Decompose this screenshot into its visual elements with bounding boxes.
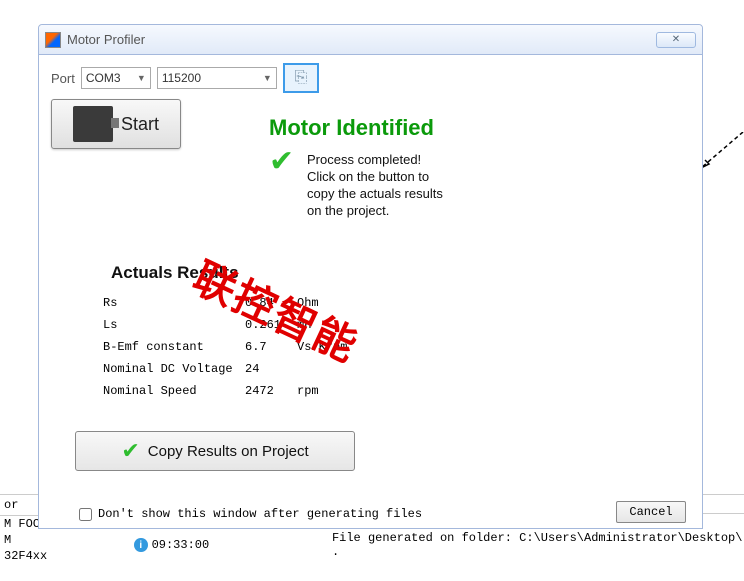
- result-unit: rpm: [297, 381, 357, 401]
- motor-icon: [73, 106, 113, 142]
- results-table: Rs0.84Ohm Ls0.261mH B-Emf constant6.7Vs/…: [101, 291, 359, 403]
- port-value: COM3: [86, 71, 121, 85]
- info-icon: i: [134, 538, 148, 552]
- plug-icon: ⎘: [294, 69, 307, 87]
- result-label: Nominal Speed: [103, 381, 243, 401]
- start-label: Start: [121, 114, 159, 135]
- checkbox-input[interactable]: [79, 508, 92, 521]
- check-icon: ✔: [121, 438, 139, 464]
- titlebar[interactable]: Motor Profiler ✕: [39, 25, 702, 55]
- close-icon: ✕: [672, 34, 680, 45]
- result-label: B-Emf constant: [103, 337, 243, 357]
- port-label: Port: [51, 71, 75, 86]
- connect-button[interactable]: ⎘: [283, 63, 319, 93]
- result-unit: Ohm: [297, 293, 357, 313]
- log-row: i 09:33:00 File generated on folder: C:\…: [130, 530, 744, 560]
- status-line: Process completed!: [307, 151, 443, 168]
- result-value: 0.84: [245, 293, 295, 313]
- chevron-down-icon: ▼: [137, 73, 146, 83]
- result-label: Rs: [103, 293, 243, 313]
- status-line: on the project.: [307, 202, 443, 219]
- close-button[interactable]: ✕: [656, 32, 696, 48]
- log-message: File generated on folder: C:\Users\Admin…: [332, 531, 744, 559]
- port-select[interactable]: COM3 ▼: [81, 67, 151, 89]
- table-row: Nominal DC Voltage24: [103, 359, 357, 379]
- bg-row: M: [0, 532, 130, 548]
- status-line: copy the actuals results: [307, 185, 443, 202]
- result-unit: Vs/Krpm: [297, 337, 357, 357]
- result-value: 6.7: [245, 337, 295, 357]
- table-row: B-Emf constant6.7Vs/Krpm: [103, 337, 357, 357]
- log-time: 09:33:00: [152, 538, 245, 552]
- status-heading: Motor Identified: [269, 115, 434, 141]
- bg-col-or: or: [4, 497, 18, 513]
- result-unit: mH: [297, 315, 357, 335]
- chevron-down-icon: ▼: [263, 73, 272, 83]
- bg-row: 32F4xx: [0, 548, 130, 564]
- table-row: Nominal Speed2472rpm: [103, 381, 357, 401]
- baud-select[interactable]: 115200 ▼: [157, 67, 277, 89]
- result-label: Nominal DC Voltage: [103, 359, 243, 379]
- results-heading: Actuals Results: [111, 263, 239, 283]
- copy-results-button[interactable]: ✔ Copy Results on Project: [75, 431, 355, 471]
- baud-value: 115200: [162, 71, 201, 85]
- motor-profiler-dialog: Motor Profiler ✕ Port COM3 ▼ 115200 ▼ ⎘ …: [38, 24, 703, 529]
- dont-show-label: Don't show this window after generating …: [98, 507, 422, 521]
- result-unit: [297, 359, 357, 379]
- cancel-label: Cancel: [629, 505, 672, 519]
- window-title: Motor Profiler: [67, 32, 656, 47]
- result-value: 0.261: [245, 315, 295, 335]
- cancel-button[interactable]: Cancel: [616, 501, 686, 523]
- result-value: 24: [245, 359, 295, 379]
- start-button[interactable]: Start: [51, 99, 181, 149]
- table-row: Ls0.261mH: [103, 315, 357, 335]
- dont-show-checkbox[interactable]: Don't show this window after generating …: [79, 507, 422, 521]
- result-value: 2472: [245, 381, 295, 401]
- status-row: ✔ Process completed! Click on the button…: [269, 151, 443, 219]
- table-row: Rs0.84Ohm: [103, 293, 357, 313]
- app-icon: [45, 32, 61, 48]
- status-line: Click on the button to: [307, 168, 443, 185]
- copy-label: Copy Results on Project: [148, 443, 309, 460]
- result-label: Ls: [103, 315, 243, 335]
- check-icon: ✔: [269, 151, 297, 179]
